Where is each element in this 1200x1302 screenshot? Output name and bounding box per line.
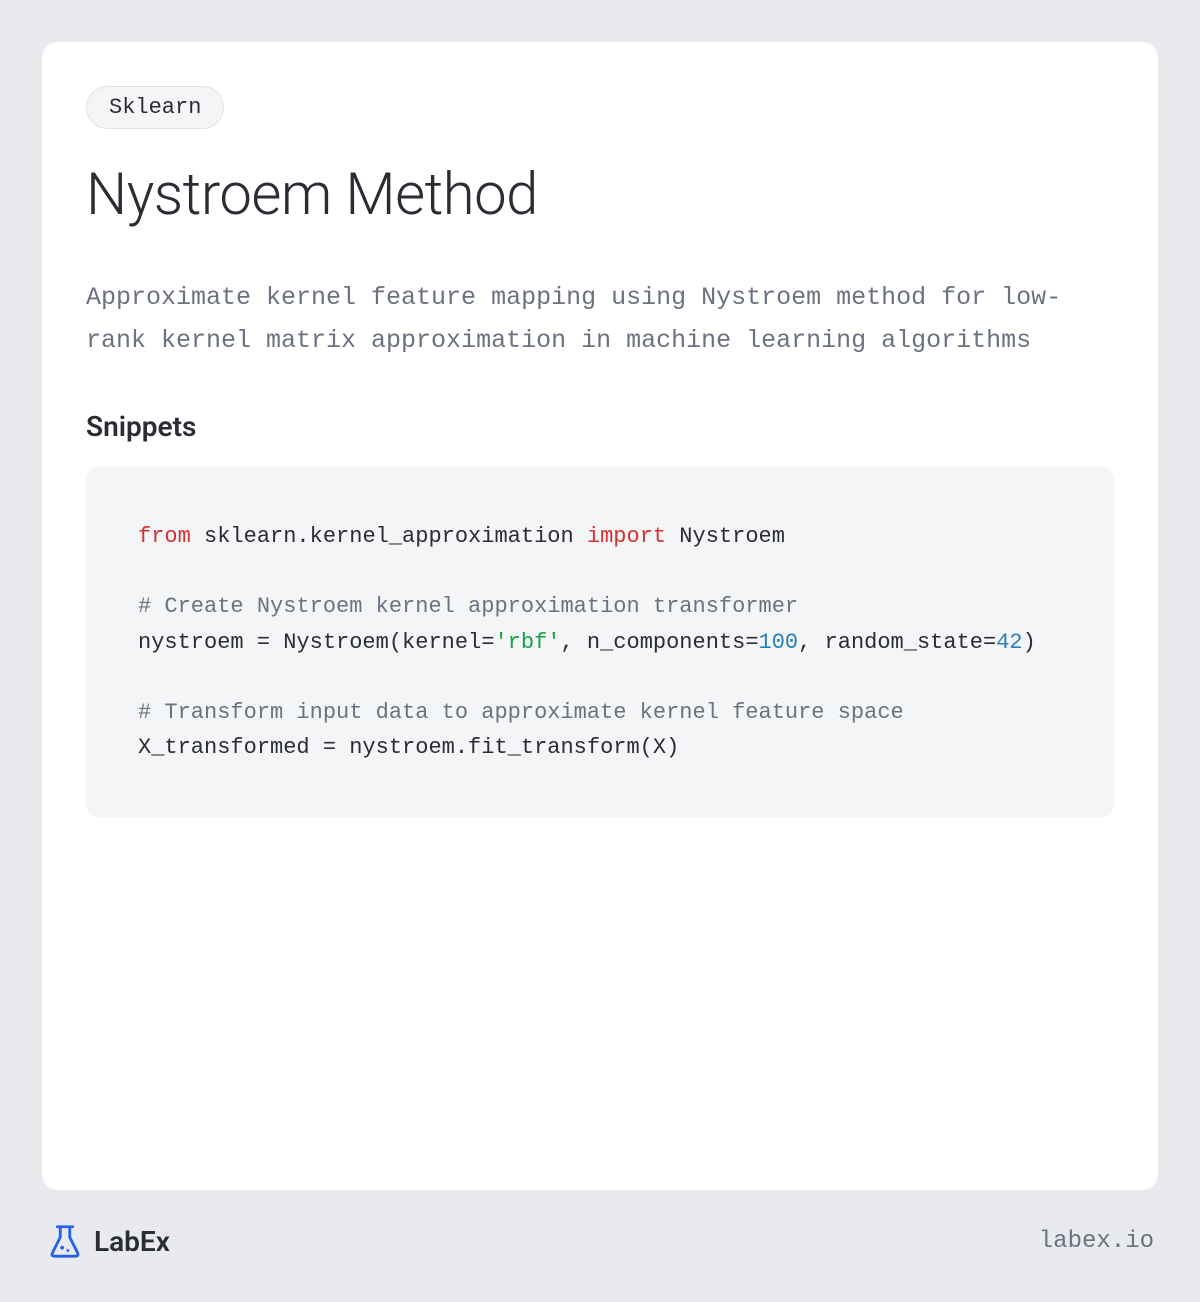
keyword-from: from (138, 524, 191, 549)
code-text: X_transformed = nystroem.fit_transform(X… (138, 735, 679, 760)
code-comment: # Create Nystroem kernel approximation t… (138, 594, 798, 619)
labex-flask-icon (46, 1222, 84, 1260)
code-string: 'rbf' (494, 630, 560, 655)
code-text: sklearn.kernel_approximation (191, 524, 587, 549)
code-text: Nystroem (666, 524, 785, 549)
category-tag: Sklearn (86, 86, 224, 129)
logo: LabEx (46, 1222, 170, 1260)
code-snippet: from sklearn.kernel_approximation import… (86, 467, 1114, 817)
footer: LabEx labex.io (42, 1222, 1158, 1260)
code-text: , n_components= (560, 630, 758, 655)
content-card: Sklearn Nystroem Method Approximate kern… (42, 42, 1158, 1190)
code-number: 42 (996, 630, 1022, 655)
logo-text: LabEx (94, 1225, 170, 1258)
description-text: Approximate kernel feature mapping using… (86, 277, 1114, 362)
code-text: ) (1023, 630, 1036, 655)
snippets-heading: Snippets (86, 410, 1114, 443)
code-comment: # Transform input data to approximate ke… (138, 700, 904, 725)
page-title: Nystroem Method (86, 161, 1114, 229)
footer-url: labex.io (1039, 1228, 1154, 1255)
code-text: , random_state= (798, 630, 996, 655)
code-number: 100 (759, 630, 799, 655)
keyword-import: import (587, 524, 666, 549)
code-text: nystroem = Nystroem(kernel= (138, 630, 494, 655)
